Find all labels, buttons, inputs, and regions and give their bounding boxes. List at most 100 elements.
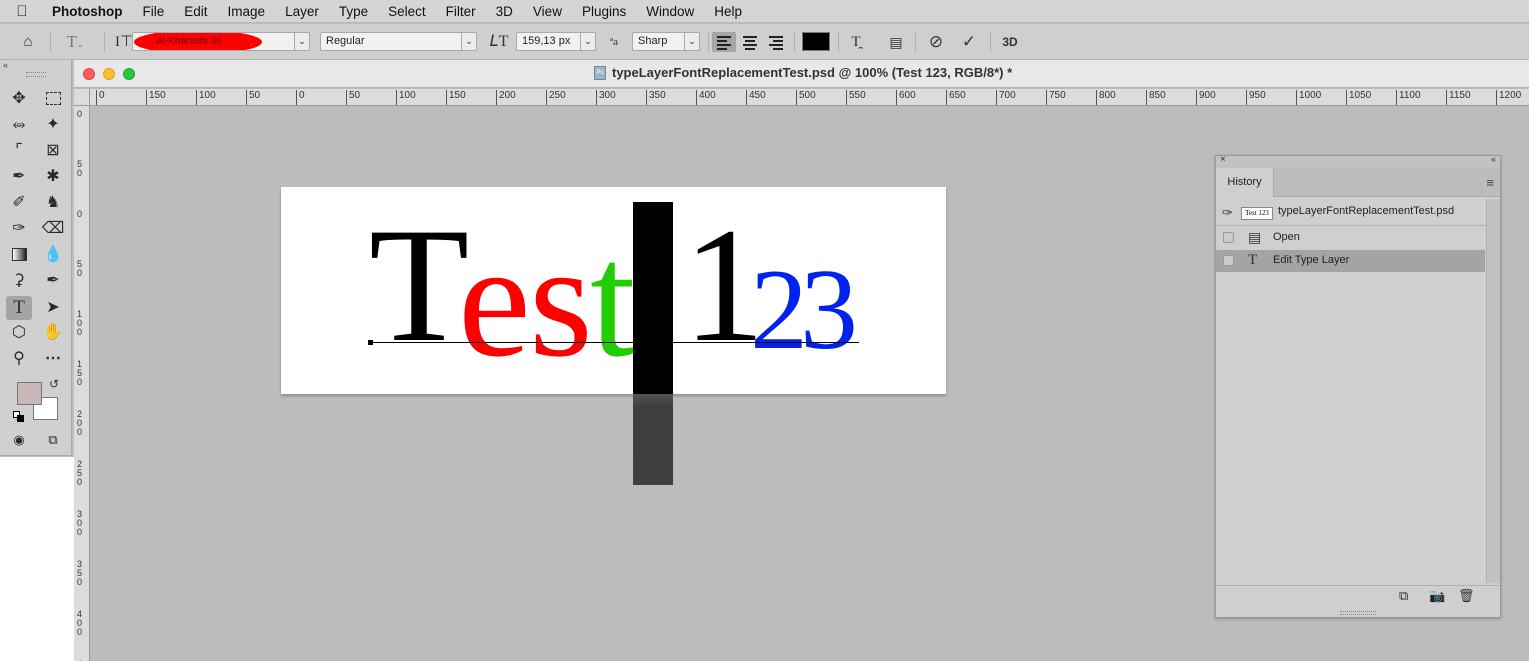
panel-grip[interactable] <box>26 72 46 77</box>
type-tool-icon[interactable]: T <box>6 296 32 320</box>
snapshot-thumbnail: Test 123 <box>1241 207 1273 220</box>
type-tool-preset-icon[interactable]: T⌄ <box>58 24 92 63</box>
apple-icon[interactable]:  <box>0 3 44 20</box>
ruler-tick-label: 0 <box>77 209 83 219</box>
new-document-from-state-icon[interactable]: ⧉ <box>1399 588 1408 604</box>
eyedropper-icon[interactable]: ✒ <box>6 165 32 189</box>
character-panel-icon[interactable]: ▤ <box>885 24 907 60</box>
ruler-origin[interactable] <box>74 89 90 106</box>
magic-wand-icon[interactable]: ✦ <box>40 113 66 137</box>
trash-icon[interactable]: 🗑 <box>1458 588 1475 604</box>
ruler-tick-label: 200 <box>77 409 83 437</box>
home-icon[interactable]: ⌂ <box>16 24 40 60</box>
polygon-tool-icon[interactable]: ⬡ <box>6 321 32 345</box>
zoom-window-button[interactable] <box>123 68 135 80</box>
quick-mask-icon[interactable]: ◉ <box>6 428 32 452</box>
history-snapshot[interactable]: ✑ Test 123 typeLayerFontReplacementTest.… <box>1216 199 1486 226</box>
lasso-tool-icon[interactable]: ⥈ <box>6 113 32 137</box>
commit-check-icon[interactable]: ✓ <box>958 24 980 60</box>
menu-help[interactable]: Help <box>704 0 752 23</box>
chevron-down-icon[interactable]: ⌄ <box>294 33 309 50</box>
align-left-icon <box>717 36 731 52</box>
vertical-ruler[interactable]: 050050100150200250300350400450 <box>74 106 90 661</box>
chevron-down-icon[interactable]: ⌄ <box>580 33 595 50</box>
zoom-tool-icon[interactable]: ⚲ <box>6 347 32 371</box>
collapse-panel-icon[interactable]: « <box>3 60 8 70</box>
menu-file[interactable]: File <box>133 0 175 23</box>
antialias-dropdown[interactable]: Sharp ⌄ <box>632 32 700 51</box>
history-brush-source-box[interactable] <box>1223 255 1234 266</box>
warp-text-icon[interactable]: T̯ <box>845 24 867 60</box>
panel-resize-grip[interactable] <box>1340 611 1376 615</box>
menu-filter[interactable]: Filter <box>436 0 486 23</box>
text-baseline <box>370 342 859 343</box>
pen-tool-icon[interactable]: ✒ <box>40 269 66 293</box>
hand-tool-icon[interactable]: ✋ <box>40 321 66 345</box>
ruler-tick-label: 1200 <box>1496 90 1521 105</box>
align-right-button[interactable] <box>764 32 788 52</box>
3d-button[interactable]: 3D <box>998 24 1022 60</box>
default-colors-icon[interactable] <box>13 411 25 423</box>
menu-view[interactable]: View <box>523 0 572 23</box>
tab-history[interactable]: History <box>1216 168 1274 197</box>
menu-plugins[interactable]: Plugins <box>572 0 636 23</box>
history-brush-source-icon[interactable]: ✑ <box>1222 205 1233 221</box>
align-left-button[interactable] <box>712 32 736 52</box>
history-state-label: Edit Type Layer <box>1273 254 1350 266</box>
eraser-tool-icon[interactable]: ⌫ <box>40 217 66 241</box>
history-brush-icon[interactable]: ✑ <box>6 217 32 241</box>
blur-tool-icon[interactable]: 💧 <box>40 243 66 267</box>
menu-edit[interactable]: Edit <box>174 0 217 23</box>
panel-menu-icon[interactable]: ≡ <box>1486 175 1494 190</box>
ruler-tick-label: 1000 <box>1296 90 1321 105</box>
foreground-color-swatch[interactable] <box>17 382 42 405</box>
menu-type[interactable]: Type <box>329 0 378 23</box>
text-color-swatch[interactable] <box>802 32 830 51</box>
dodge-tool-icon[interactable]: ⚳ <box>6 269 32 293</box>
collapse-panel-icon[interactable]: « <box>1491 154 1496 164</box>
history-state-edit-type-layer[interactable]: T Edit Type Layer <box>1216 250 1485 272</box>
menu-3d[interactable]: 3D <box>486 0 523 23</box>
font-style-dropdown[interactable]: Regular ⌄ <box>320 32 477 51</box>
menu-layer[interactable]: Layer <box>275 0 329 23</box>
menu-window[interactable]: Window <box>636 0 704 23</box>
separator <box>708 32 709 52</box>
path-selection-icon[interactable]: ➤ <box>40 296 66 320</box>
glyph-s: s <box>529 210 593 391</box>
crop-tool-icon[interactable]: ⌜ <box>6 139 32 163</box>
history-state-open[interactable]: ▤ Open <box>1216 227 1485 249</box>
more-tools-icon[interactable]: ⋯ <box>40 347 66 371</box>
close-window-button[interactable] <box>83 68 95 80</box>
minimize-window-button[interactable] <box>103 68 115 80</box>
ruler-tick-label: 150 <box>146 90 166 105</box>
healing-brush-icon[interactable]: ✱ <box>40 165 66 189</box>
history-brush-source-box[interactable] <box>1223 232 1234 243</box>
document-titlebar: Ps typeLayerFontReplacementTest.psd @ 10… <box>74 60 1529 88</box>
cancel-icon[interactable]: ⊘ <box>925 24 947 60</box>
brush-tool-icon[interactable]: ✐ <box>6 191 32 215</box>
gradient-tool-icon[interactable] <box>6 243 32 267</box>
font-size-field[interactable]: 159,13 px ⌄ <box>516 32 596 51</box>
camera-snapshot-icon[interactable]: 📷 <box>1429 588 1445 604</box>
swap-colors-icon[interactable]: ↺ <box>49 377 59 391</box>
align-center-button[interactable] <box>738 32 762 52</box>
horizontal-ruler[interactable]: 0 150 100 50 0 50 100 150 200 250 300 350 400 450 500 5… <box>90 89 1529 106</box>
font-family-dropdown[interactable]: Al-Kharashi 36 ⌄ <box>132 32 310 51</box>
clone-stamp-icon[interactable]: ♞ <box>40 191 66 215</box>
frame-tool-icon[interactable]: ⊠ <box>40 139 66 163</box>
chevron-down-icon[interactable]: ⌄ <box>461 33 476 50</box>
move-tool-icon[interactable]: ✥ <box>6 87 32 111</box>
ruler-tick-label: 100 <box>196 90 216 105</box>
rectangular-marquee-icon[interactable] <box>40 87 66 111</box>
panel-header-bar[interactable]: × « <box>1216 154 1500 168</box>
menu-photoshop[interactable]: Photoshop <box>44 0 133 23</box>
ruler-tick-label: 750 <box>1046 90 1066 105</box>
history-scrollbar[interactable] <box>1486 199 1500 583</box>
chevron-down-icon[interactable]: ⌄ <box>684 33 699 50</box>
menu-image[interactable]: Image <box>218 0 276 23</box>
screen-mode-icon[interactable]: ⧉ <box>40 428 66 452</box>
close-panel-icon[interactable]: × <box>1220 154 1226 165</box>
text-anchor-handle[interactable] <box>368 340 373 345</box>
menu-select[interactable]: Select <box>378 0 436 23</box>
glyph-e: e <box>458 210 531 391</box>
